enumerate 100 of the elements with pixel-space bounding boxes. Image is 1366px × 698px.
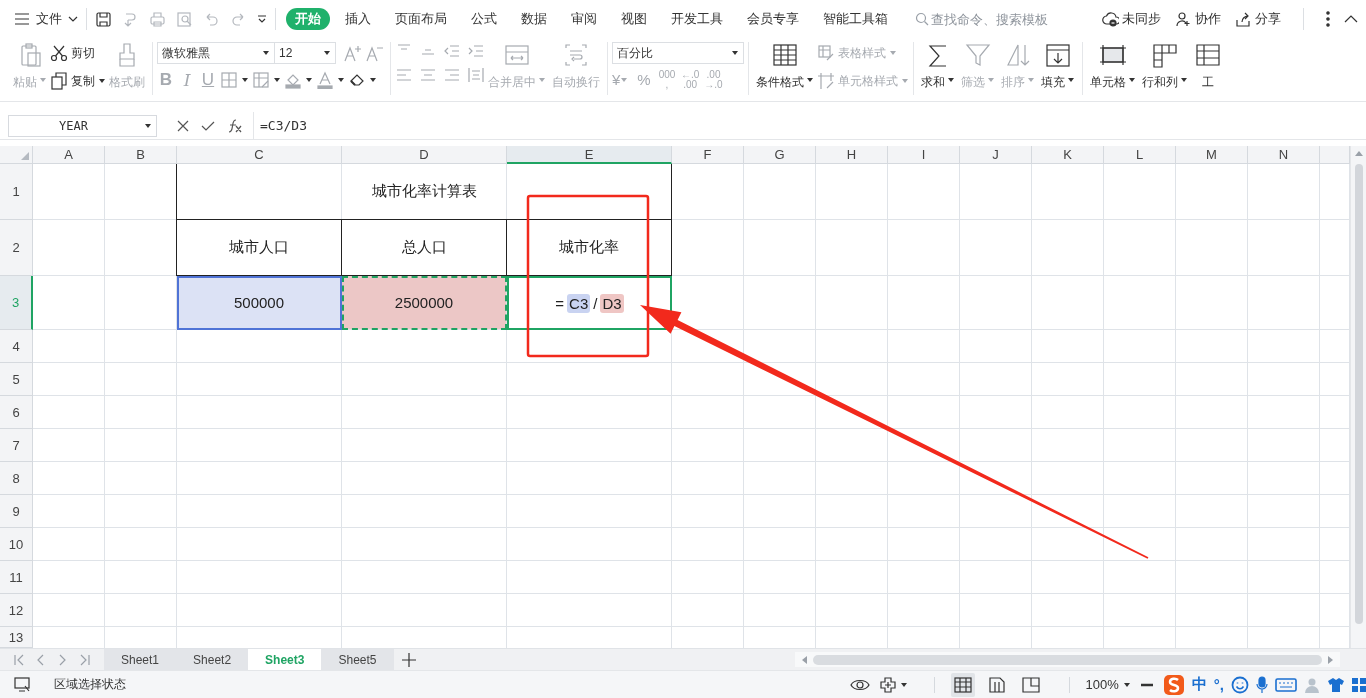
ribbon-button[interactable]: 单元格 xyxy=(1087,40,1139,91)
column-header[interactable]: I xyxy=(888,146,960,164)
zoom-button[interactable]: 100% xyxy=(1085,677,1131,692)
name-box[interactable]: YEAR xyxy=(8,114,157,137)
ribbon-button[interactable]: 行和列 xyxy=(1139,40,1191,91)
column-header[interactable]: M xyxy=(1176,146,1248,164)
ribbon-button[interactable]: 求和 xyxy=(918,40,958,91)
font-name-select[interactable]: 微软雅黑 xyxy=(157,42,275,64)
punctuation-mode[interactable]: °, xyxy=(1213,676,1224,693)
column-header[interactable]: E xyxy=(507,146,672,164)
smiley-icon[interactable] xyxy=(1231,675,1249,694)
first-sheet-icon[interactable] xyxy=(14,653,24,666)
font-color-icon[interactable] xyxy=(316,71,334,89)
number-format-select[interactable]: 百分比 xyxy=(612,42,744,64)
dropdown-icon[interactable] xyxy=(257,14,267,24)
crosshair-button[interactable] xyxy=(879,676,908,693)
ribbon-tab[interactable]: 智能工具箱 xyxy=(814,8,897,30)
row-header[interactable]: 13 xyxy=(0,627,33,648)
save-icon[interactable] xyxy=(95,10,112,28)
print-preview-icon[interactable] xyxy=(176,10,193,28)
column-header[interactable]: B xyxy=(105,146,177,164)
row-header[interactable]: 10 xyxy=(0,528,33,561)
toolbar-action[interactable]: 分享 xyxy=(1235,10,1281,28)
function-icon[interactable] xyxy=(227,117,243,134)
ribbon-tab[interactable]: 页面布局 xyxy=(386,8,456,30)
row-header[interactable]: 8 xyxy=(0,462,33,495)
microphone-icon[interactable] xyxy=(1256,675,1268,694)
eye-icon[interactable] xyxy=(849,677,870,692)
ribbon-button[interactable]: 条件格式 xyxy=(753,40,817,91)
column-header[interactable]: D xyxy=(342,146,507,164)
cancel-icon[interactable] xyxy=(177,119,189,132)
column-header[interactable]: C xyxy=(177,146,342,164)
horizontal-scrollbar[interactable] xyxy=(795,652,1340,667)
screen-icon[interactable] xyxy=(14,676,32,693)
ribbon-button[interactable]: 复制 xyxy=(50,70,106,92)
ribbon-tab[interactable]: 视图 xyxy=(612,8,656,30)
ribbon-button[interactable]: 填充 xyxy=(1038,40,1078,91)
column-header[interactable] xyxy=(1320,146,1350,164)
toolbar-action[interactable]: 协作 xyxy=(1175,10,1221,28)
column-header[interactable]: J xyxy=(960,146,1032,164)
row-header[interactable]: 7 xyxy=(0,429,33,462)
cell-editor[interactable]: = C3 / D3 xyxy=(507,276,672,330)
formula-field[interactable]: =C3/D3 xyxy=(253,111,1366,140)
ribbon-tab[interactable]: 开发工具 xyxy=(662,8,732,30)
shirt-icon[interactable] xyxy=(1327,676,1345,693)
add-sheet-icon[interactable] xyxy=(401,652,416,667)
align-left-icon[interactable] xyxy=(395,66,413,84)
column-header[interactable]: F xyxy=(672,146,744,164)
search-field[interactable]: 查找命令、搜索模板 xyxy=(931,11,1071,27)
row-header[interactable]: 6 xyxy=(0,396,33,429)
more-icon[interactable] xyxy=(1326,11,1330,27)
indent-icon[interactable] xyxy=(467,42,485,60)
input-method-logo-icon[interactable] xyxy=(1162,673,1185,696)
column-header[interactable]: G xyxy=(744,146,816,164)
distribute-icon[interactable] xyxy=(467,66,485,84)
keyboard-icon[interactable] xyxy=(1275,677,1297,692)
ribbon-tab[interactable]: 数据 xyxy=(512,8,556,30)
row-header[interactable]: 12 xyxy=(0,594,33,627)
column-header[interactable]: A xyxy=(33,146,105,164)
column-header[interactable]: H xyxy=(816,146,888,164)
toolbar-action[interactable]: 未同步 xyxy=(1102,10,1161,28)
align-center-icon[interactable] xyxy=(419,66,437,84)
last-sheet-icon[interactable] xyxy=(80,653,90,666)
font-shrink-icon[interactable] xyxy=(364,44,386,62)
borders-icon[interactable] xyxy=(220,71,238,89)
next-icon[interactable] xyxy=(58,653,68,666)
row-header[interactable]: 1 xyxy=(0,164,33,220)
print-icon[interactable] xyxy=(149,10,166,28)
grid-icon[interactable] xyxy=(1352,676,1366,693)
input-mode[interactable]: 中 xyxy=(1191,675,1207,694)
previous-icon[interactable] xyxy=(36,653,46,666)
font-size-select[interactable]: 12 xyxy=(274,42,336,64)
row-header[interactable]: 4 xyxy=(0,330,33,363)
file-menu-button[interactable]: 文件 xyxy=(14,6,78,32)
sheet-tab[interactable]: Sheet5 xyxy=(321,649,394,670)
row-header[interactable]: 5 xyxy=(0,363,33,396)
ribbon-tab[interactable]: 审阅 xyxy=(562,8,606,30)
column-header[interactable]: L xyxy=(1104,146,1176,164)
confirm-icon[interactable] xyxy=(201,119,215,132)
ribbon-tab[interactable]: 插入 xyxy=(336,8,380,30)
sheet-tab[interactable]: Sheet2 xyxy=(176,649,249,670)
outdent-icon[interactable] xyxy=(443,42,461,60)
spreadsheet-grid[interactable]: A B C D E F G H I J K L M N 1 城市化率计算表 2 城市人口 总人口 城市化率 3 500000 2500000 = C3 / D3 4 5 6 7 8 9 10 11 12 13 xyxy=(0,146,1350,648)
table-format-icon[interactable] xyxy=(252,71,270,89)
ribbon-tab[interactable]: 会员专享 xyxy=(738,8,808,30)
row-header[interactable]: 2 xyxy=(0,220,33,276)
view-button[interactable] xyxy=(950,672,975,697)
vertical-scrollbar[interactable] xyxy=(1350,146,1366,648)
font-grow-icon[interactable] xyxy=(342,44,364,62)
sheet-tab[interactable]: Sheet1 xyxy=(104,649,177,670)
align-right-icon[interactable] xyxy=(443,66,461,84)
minus-icon[interactable] xyxy=(1140,682,1153,687)
curved-arrow-icon[interactable] xyxy=(122,10,139,28)
ribbon-tab[interactable]: 公式 xyxy=(462,8,506,30)
column-header[interactable]: N xyxy=(1248,146,1320,164)
row-header[interactable]: 11 xyxy=(0,561,33,594)
user-icon[interactable] xyxy=(1304,676,1320,693)
column-header[interactable]: K xyxy=(1032,146,1104,164)
ribbon-button[interactable]: 剪切 xyxy=(50,42,106,64)
ribbon-button[interactable]: 工 xyxy=(1191,40,1225,91)
